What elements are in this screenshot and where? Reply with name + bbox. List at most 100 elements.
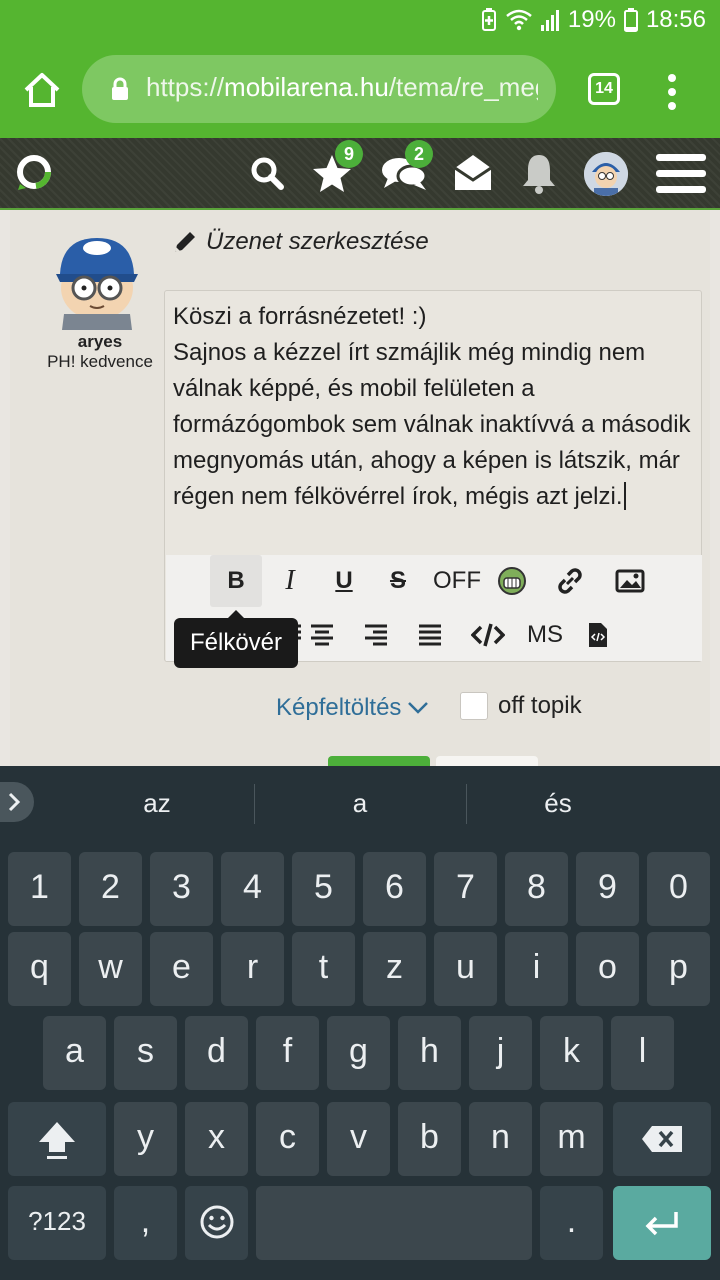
key-l[interactable]: l — [611, 1016, 674, 1090]
author-username[interactable]: aryes — [20, 332, 180, 352]
justify-button[interactable] — [404, 609, 456, 661]
ms-button[interactable]: MS — [518, 609, 572, 661]
emoji-icon — [200, 1205, 233, 1239]
text-caret — [623, 482, 626, 510]
key-0[interactable]: 0 — [647, 852, 710, 926]
key-3[interactable]: 3 — [150, 852, 213, 926]
notification-bell-icon[interactable] — [520, 152, 558, 194]
link-button[interactable] — [544, 555, 596, 607]
key-4[interactable]: 4 — [221, 852, 284, 926]
favorites-badge: 9 — [335, 140, 363, 168]
key-f[interactable]: f — [256, 1016, 319, 1090]
key-j[interactable]: j — [469, 1016, 532, 1090]
shift-key[interactable] — [8, 1102, 106, 1176]
strikethrough-button[interactable]: S — [372, 555, 424, 607]
url-bar[interactable]: https://mobilarena.hu/tema/re_meg — [82, 55, 556, 123]
search-icon[interactable] — [250, 156, 284, 190]
period-key[interactable]: . — [540, 1186, 603, 1260]
battery-percent: 19% — [567, 6, 616, 33]
key-x[interactable]: x — [185, 1102, 248, 1176]
align-right-icon — [365, 624, 387, 646]
key-o[interactable]: o — [576, 932, 639, 1006]
suggestion-2[interactable]: a — [254, 788, 466, 819]
align-right-button[interactable] — [350, 609, 402, 661]
wifi-icon — [506, 9, 532, 31]
offtopic-checkbox[interactable] — [460, 692, 488, 720]
key-i[interactable]: i — [505, 932, 568, 1006]
key-z[interactable]: z — [363, 932, 426, 1006]
backspace-key[interactable] — [613, 1102, 711, 1176]
enter-icon — [645, 1212, 678, 1236]
key-v[interactable]: v — [327, 1102, 390, 1176]
key-7[interactable]: 7 — [434, 852, 497, 926]
code-button[interactable] — [462, 609, 514, 661]
enter-key[interactable] — [613, 1186, 711, 1260]
message-editor[interactable]: Köszi a forrásnézetet! :) Sajnos a kézze… — [164, 290, 702, 662]
url-scheme: https:// — [146, 72, 225, 102]
message-body: Köszi a forrásnézetet! :) Sajnos a kézze… — [173, 303, 691, 510]
author-rank: PH! kedvence — [47, 352, 153, 371]
image-button[interactable] — [604, 555, 656, 607]
image-icon — [615, 569, 645, 593]
url-path: /tema/re_meg — [388, 72, 538, 102]
space-key[interactable] — [256, 1186, 532, 1260]
key-9[interactable]: 9 — [576, 852, 639, 926]
browser-toolbar: https://mobilarena.hu/tema/re_meg 14 — [0, 40, 720, 138]
suggestions-expand-button[interactable] — [0, 782, 34, 822]
key-q[interactable]: q — [8, 932, 71, 1006]
message-text[interactable]: Köszi a forrásnézetet! :) Sajnos a kézze… — [173, 299, 693, 515]
site-logo-icon[interactable] — [14, 152, 54, 192]
key-2[interactable]: 2 — [79, 852, 142, 926]
key-k[interactable]: k — [540, 1016, 603, 1090]
backspace-icon — [642, 1126, 682, 1152]
key-n[interactable]: n — [469, 1102, 532, 1176]
align-center-button[interactable] — [296, 609, 348, 661]
hamburger-menu-icon[interactable] — [656, 152, 706, 196]
key-a[interactable]: a — [43, 1016, 106, 1090]
offtopic-label: off topik — [498, 692, 582, 719]
comma-key[interactable]: , — [114, 1186, 177, 1260]
url-host: mobilarena.hu — [224, 72, 389, 102]
home-icon[interactable] — [22, 70, 62, 110]
lock-icon — [112, 77, 128, 100]
tab-switcher-button[interactable]: 14 — [588, 73, 620, 105]
key-t[interactable]: t — [292, 932, 355, 1006]
source-file-button[interactable] — [572, 609, 624, 661]
source-file-icon — [589, 623, 607, 647]
soft-keyboard: az a és 1234567890qwertzuiopasdfghjklyxc… — [0, 766, 720, 1280]
shift-icon — [39, 1122, 75, 1159]
author-avatar-icon — [56, 238, 138, 330]
inbox-envelope-icon[interactable] — [452, 152, 494, 194]
off-button[interactable]: OFF — [428, 555, 486, 607]
key-y[interactable]: y — [114, 1102, 177, 1176]
key-5[interactable]: 5 — [292, 852, 355, 926]
key-8[interactable]: 8 — [505, 852, 568, 926]
key-c[interactable]: c — [256, 1102, 319, 1176]
italic-button[interactable]: I — [264, 555, 316, 607]
url-text: https://mobilarena.hu/tema/re_meg — [146, 72, 538, 103]
more-options-icon[interactable] — [664, 72, 680, 112]
key-b[interactable]: b — [398, 1102, 461, 1176]
key-w[interactable]: w — [79, 932, 142, 1006]
suggestion-1[interactable]: az — [60, 788, 254, 819]
bold-button[interactable]: B — [210, 555, 262, 607]
image-upload-link[interactable]: Képfeltöltés — [276, 694, 429, 722]
key-u[interactable]: u — [434, 932, 497, 1006]
key-s[interactable]: s — [114, 1016, 177, 1090]
signal-icon — [540, 10, 559, 31]
key-g[interactable]: g — [327, 1016, 390, 1090]
key-h[interactable]: h — [398, 1016, 461, 1090]
symbols-key[interactable]: ?123 — [8, 1186, 106, 1260]
key-6[interactable]: 6 — [363, 852, 426, 926]
emoji-key[interactable] — [185, 1186, 248, 1260]
key-1[interactable]: 1 — [8, 852, 71, 926]
smiley-button[interactable] — [486, 555, 538, 607]
key-m[interactable]: m — [540, 1102, 603, 1176]
key-d[interactable]: d — [185, 1016, 248, 1090]
suggestion-3[interactable]: és — [466, 788, 650, 819]
key-r[interactable]: r — [221, 932, 284, 1006]
key-e[interactable]: e — [150, 932, 213, 1006]
user-avatar[interactable] — [584, 152, 628, 196]
key-p[interactable]: p — [647, 932, 710, 1006]
underline-button[interactable]: U — [318, 555, 370, 607]
